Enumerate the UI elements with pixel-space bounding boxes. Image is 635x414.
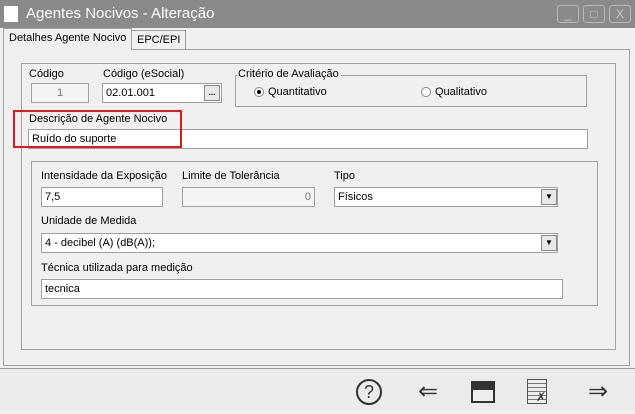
limite-label: Limite de Tolerância bbox=[182, 170, 280, 182]
tab-bar: Detalhes Agente Nocivo EPC/EPI bbox=[0, 28, 635, 50]
criterio-label: Critério de Avaliação bbox=[238, 68, 341, 80]
close-button[interactable]: X bbox=[609, 5, 631, 23]
tab-epc-epi[interactable]: EPC/EPI bbox=[131, 30, 187, 50]
esocial-lookup-button[interactable]: ... bbox=[204, 85, 220, 101]
quantitativo-label: Quantitativo bbox=[268, 86, 327, 98]
highlight-box bbox=[13, 110, 182, 148]
maximize-button[interactable]: □ bbox=[583, 5, 605, 23]
back-arrow-icon[interactable]: ⇐ bbox=[413, 377, 443, 406]
tipo-dropdown-icon[interactable]: ▼ bbox=[541, 189, 557, 205]
title-bar: Agentes Nocivos - Alteração _ □ X bbox=[0, 0, 635, 28]
minimize-button[interactable]: _ bbox=[557, 5, 579, 23]
help-icon[interactable]: ? bbox=[356, 379, 382, 405]
tab-detalhes[interactable]: Detalhes Agente Nocivo bbox=[3, 28, 133, 50]
qualitativo-radio[interactable] bbox=[421, 87, 431, 97]
codigo-label: Código bbox=[29, 68, 64, 80]
unidade-label: Unidade de Medida bbox=[41, 215, 137, 227]
tecnica-label: Técnica utilizada para medição bbox=[41, 262, 193, 274]
unidade-select[interactable]: 4 - decibel (A) (dB(A)); bbox=[41, 233, 558, 253]
app-icon bbox=[4, 6, 18, 22]
next-arrow-icon[interactable]: ⇒ bbox=[583, 377, 613, 406]
unidade-dropdown-icon[interactable]: ▼ bbox=[541, 235, 557, 251]
intensidade-label: Intensidade da Exposição bbox=[41, 170, 167, 182]
cancel-document-icon[interactable]: ✗ bbox=[527, 379, 547, 404]
codigo-field[interactable]: 1 bbox=[31, 83, 89, 103]
quantitativo-radio[interactable] bbox=[254, 87, 264, 97]
window-title: Agentes Nocivos - Alteração bbox=[26, 5, 215, 22]
save-icon[interactable] bbox=[471, 381, 495, 403]
bottom-toolbar: ? ⇐ ✗ ⇒ bbox=[0, 368, 635, 410]
tecnica-field[interactable]: tecnica bbox=[41, 279, 563, 299]
tipo-label: Tipo bbox=[334, 170, 355, 182]
tab-panel: Código 1 Código (eSocial) 02.01.001 ... … bbox=[3, 49, 630, 366]
qualitativo-label: Qualitativo bbox=[435, 86, 487, 98]
intensidade-field[interactable]: 7,5 bbox=[41, 187, 163, 207]
esocial-label: Código (eSocial) bbox=[103, 68, 185, 80]
tipo-select[interactable]: Físicos bbox=[334, 187, 558, 207]
limite-field[interactable]: 0 bbox=[182, 187, 315, 207]
